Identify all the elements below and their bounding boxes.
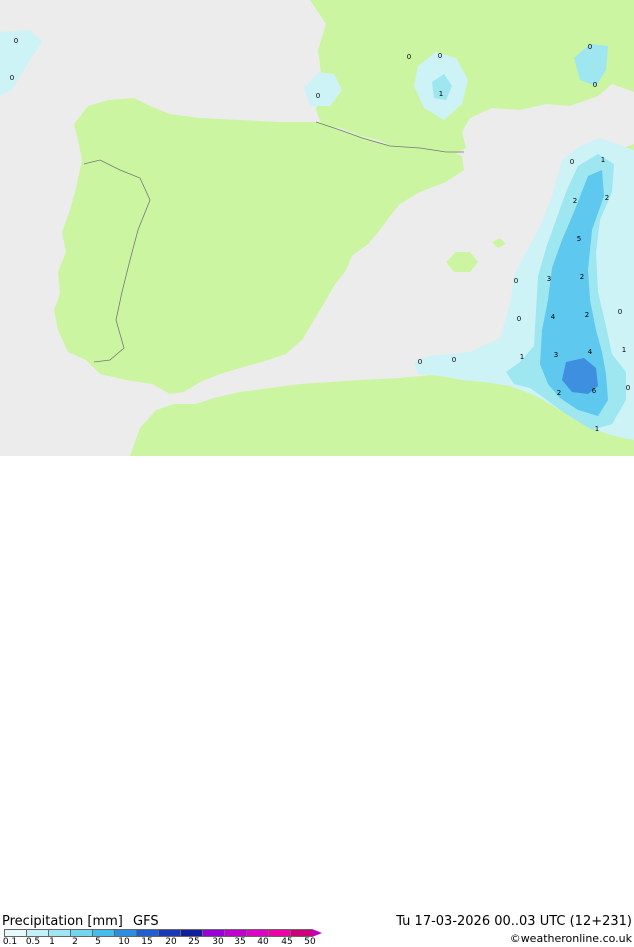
color-scale-arrow-icon bbox=[312, 929, 322, 937]
precip-value-label: 0 bbox=[14, 37, 18, 45]
precip-value-label: 0 bbox=[10, 74, 14, 82]
color-scale-swatch bbox=[246, 929, 268, 937]
color-scale-label: 45 bbox=[281, 937, 293, 947]
credit-link[interactable]: ©weatheronline.co.uk bbox=[510, 932, 632, 945]
precip-value-label: 1 bbox=[601, 156, 605, 164]
precip-value-label: 0 bbox=[570, 158, 574, 166]
color-scale-label: 0.5 bbox=[25, 937, 41, 947]
color-scale-label: 30 bbox=[212, 937, 224, 947]
color-scale-label: 25 bbox=[188, 937, 200, 947]
color-scale-swatch bbox=[268, 929, 290, 937]
color-scale-label: 10 bbox=[118, 937, 130, 947]
precip-value-label: 0 bbox=[514, 277, 518, 285]
color-scale-label: 50 bbox=[304, 937, 316, 947]
color-scale-label: 35 bbox=[234, 937, 246, 947]
color-scale-swatch bbox=[48, 929, 70, 937]
precip-value-label: 0 bbox=[626, 384, 630, 392]
color-scale-swatch bbox=[114, 929, 136, 937]
color-scale-swatch bbox=[92, 929, 114, 937]
precip-value-label: 3 bbox=[554, 351, 558, 359]
precip-value-label: 2 bbox=[580, 273, 584, 281]
precip-value-label: 0 bbox=[418, 358, 422, 366]
precip-value-label: 0 bbox=[517, 315, 521, 323]
precip-value-label: 1 bbox=[439, 90, 443, 98]
model-label: GFS bbox=[133, 914, 159, 929]
precip-value-label: 4 bbox=[551, 313, 556, 321]
variable-label: Precipitation [mm] bbox=[2, 914, 123, 929]
color-scale-label: 1 bbox=[49, 937, 55, 947]
precip-value-label: 5 bbox=[577, 235, 581, 243]
precip-value-label: 0 bbox=[407, 53, 411, 61]
color-scale-labels: 0.1 0.5 1 2 5 10 15 20 25 30 35 40 45 50 bbox=[0, 937, 340, 947]
precip-value-label: 0 bbox=[452, 356, 456, 364]
color-scale-swatch bbox=[224, 929, 246, 937]
precip-value-label: 1 bbox=[622, 346, 626, 354]
precip-value-label: 6 bbox=[592, 387, 597, 395]
color-scale-label: 5 bbox=[95, 937, 101, 947]
color-scale-swatch bbox=[26, 929, 48, 937]
precip-value-label: 0 bbox=[593, 81, 597, 89]
precip-value-label: 2 bbox=[585, 311, 589, 319]
precip-value-label: 1 bbox=[520, 353, 524, 361]
map-title: Precipitation [mm] GFS bbox=[2, 914, 165, 929]
precip-value-label: 2 bbox=[605, 194, 609, 202]
precip-value-label: 2 bbox=[557, 389, 561, 397]
precip-value-label: 2 bbox=[573, 197, 577, 205]
color-scale-label: 40 bbox=[257, 937, 269, 947]
precip-value-label: 0 bbox=[588, 43, 592, 51]
precip-value-label: 0 bbox=[316, 92, 320, 100]
precip-value-label: 0 bbox=[618, 308, 622, 316]
color-scale-label: 0.1 bbox=[2, 937, 18, 947]
precip-value-label: 1 bbox=[595, 425, 599, 433]
color-scale-label: 15 bbox=[141, 937, 153, 947]
legend-bar: Precipitation [mm] GFS Tu 17-03-2026 00.… bbox=[0, 456, 634, 947]
precip-value-label: 0 bbox=[438, 52, 442, 60]
color-scale-label: 2 bbox=[72, 937, 78, 947]
color-scale-swatch bbox=[136, 929, 158, 937]
color-scale bbox=[4, 929, 322, 937]
color-scale-swatch bbox=[290, 929, 312, 937]
color-scale-swatch bbox=[180, 929, 202, 937]
color-scale-swatch bbox=[202, 929, 224, 937]
precip-value-label: 4 bbox=[588, 348, 593, 356]
precip-value-label: 3 bbox=[547, 275, 551, 283]
color-scale-swatch bbox=[4, 929, 26, 937]
color-scale-swatch bbox=[158, 929, 180, 937]
valid-time: Tu 17-03-2026 00..03 UTC (12+231) bbox=[396, 914, 632, 929]
color-scale-label: 20 bbox=[165, 937, 177, 947]
color-scale-swatch bbox=[70, 929, 92, 937]
precipitation-map: 0000 01000 12 250 3 20 4 2 00 0 1 3 4 12 6 01 bbox=[0, 0, 634, 456]
